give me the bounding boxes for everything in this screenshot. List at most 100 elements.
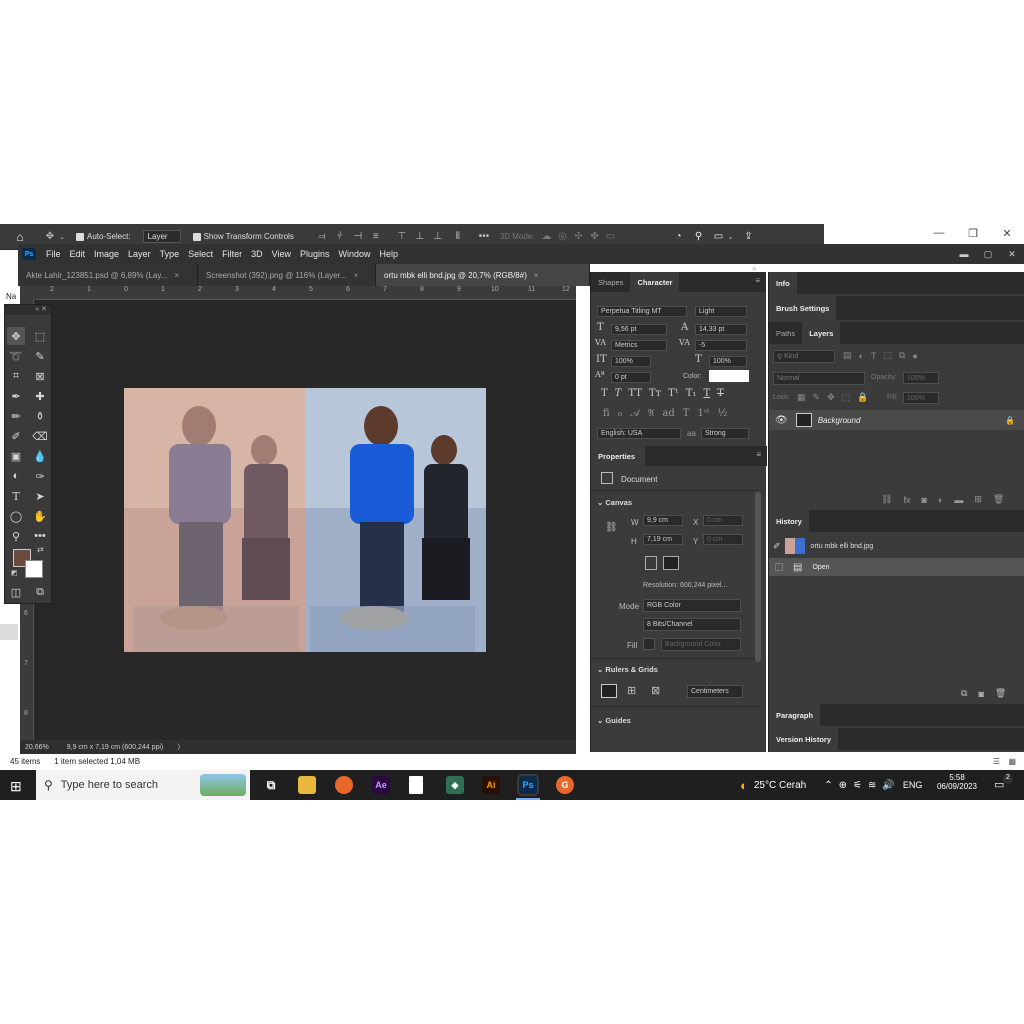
ps-minimize-button[interactable]: ▬: [952, 249, 976, 259]
tab-brush-settings[interactable]: Brush Settings: [769, 296, 837, 320]
lock-artboard-icon[interactable]: ⬚: [842, 392, 851, 403]
panel-menu-icon[interactable]: ≡: [755, 276, 760, 285]
tab-ortu-mbk-elli[interactable]: ortu mbk elli bnd.jpg @ 20,7% (RGB/8#) ×: [376, 264, 590, 286]
lock-image-icon[interactable]: ✎: [813, 392, 821, 403]
delete-layer-icon[interactable]: 🗑: [993, 494, 1004, 505]
ordinals-icon[interactable]: 1ˢᵗ: [697, 408, 709, 419]
new-group-icon[interactable]: ▬: [954, 495, 963, 505]
document-image[interactable]: [124, 388, 486, 652]
workspace-icon[interactable]: ▭: [713, 231, 725, 243]
lock-all-icon[interactable]: 🔒: [857, 392, 868, 403]
layer-style-icon[interactable]: fx: [903, 495, 910, 505]
menu-select[interactable]: Select: [188, 249, 213, 259]
link-dimensions-icon[interactable]: ⛓: [605, 522, 618, 533]
firefox-icon[interactable]: [335, 776, 353, 794]
tiles-view-icon[interactable]: ▦: [1008, 757, 1016, 766]
more-options-icon[interactable]: •••: [478, 231, 490, 243]
auto-select-dropdown[interactable]: Layer: [142, 230, 181, 243]
canvas-x-field[interactable]: 0 cm: [703, 515, 743, 526]
marquee-tool-icon[interactable]: ⬚: [31, 327, 49, 345]
menu-window[interactable]: Window: [339, 249, 371, 259]
explorer-close-button[interactable]: ✕: [990, 227, 1024, 240]
tab-version-history[interactable]: Version History: [769, 728, 839, 750]
guides-toggle-icon[interactable]: ⊠: [651, 684, 660, 697]
history-snapshot-row[interactable]: ✐ ortu mbk elli bnd.jpg: [769, 536, 1024, 556]
filter-toggle-icon[interactable]: ●: [912, 351, 917, 361]
lasso-tool-icon[interactable]: ➰: [7, 347, 25, 365]
healing-tool-icon[interactable]: ✚: [31, 387, 49, 405]
faux-italic-icon[interactable]: T: [615, 388, 622, 399]
input-language[interactable]: ENG: [903, 780, 923, 790]
document-canvas[interactable]: [34, 300, 576, 740]
filter-smart-object-icon[interactable]: ⧉: [899, 350, 905, 361]
adjustment-layer-icon[interactable]: ◐: [938, 495, 943, 505]
toolbox-header[interactable]: « ✕: [5, 305, 51, 315]
antialias-select[interactable]: Strong: [701, 428, 749, 439]
gradient-tool-icon[interactable]: ▣: [7, 447, 25, 465]
tray-chevron-icon[interactable]: ⌃: [824, 780, 832, 791]
new-snapshot-icon[interactable]: ◙: [978, 689, 983, 699]
learn-icon[interactable]: ◔: [673, 231, 685, 243]
properties-scrollbar[interactable]: [755, 492, 761, 662]
history-step-checkbox[interactable]: [775, 563, 783, 571]
strikethrough-icon[interactable]: T: [717, 388, 724, 399]
opacity-field[interactable]: 100%: [903, 372, 939, 384]
tab-shapes[interactable]: Shapes: [591, 272, 630, 292]
old-style-icon[interactable]: ℴ: [618, 408, 623, 419]
tracking-select[interactable]: -5: [695, 340, 747, 351]
filter-pixel-icon[interactable]: ▤: [843, 350, 852, 361]
text-color-swatch[interactable]: [709, 370, 749, 382]
font-style-select[interactable]: Light: [695, 306, 747, 317]
superscript-icon[interactable]: T¹: [668, 388, 679, 399]
canvas-height-field[interactable]: 7,19 cm: [643, 534, 683, 545]
history-brush-source-icon[interactable]: ✐: [773, 541, 781, 552]
layer-name[interactable]: Background: [818, 416, 861, 425]
stamp-tool-icon[interactable]: ⚱: [31, 407, 49, 425]
link-layers-icon[interactable]: ⛓: [881, 494, 892, 505]
taskbar-search-box[interactable]: ⚲ Type here to search: [36, 770, 250, 800]
auto-select-checkbox[interactable]: Auto-Select:: [76, 232, 131, 241]
quick-mask-icon[interactable]: ◫: [7, 583, 25, 601]
after-effects-icon[interactable]: Ae: [372, 776, 390, 794]
frame-tool-icon[interactable]: ⊠: [31, 367, 49, 385]
zoom-tool-icon[interactable]: ⚲: [7, 527, 25, 545]
default-colors-icon[interactable]: ◩: [11, 569, 18, 577]
search-icon[interactable]: ⚲: [693, 231, 705, 243]
menu-view[interactable]: View: [272, 249, 291, 259]
scale-3d-icon[interactable]: ▭: [605, 231, 617, 243]
zoom-level[interactable]: 20,66%: [25, 744, 49, 751]
tray-app-icon[interactable]: ⊕: [839, 780, 847, 791]
tab-close-icon[interactable]: ×: [534, 271, 539, 280]
photoshop-taskbar-icon[interactable]: Ps: [517, 774, 539, 796]
tab-properties[interactable]: Properties: [591, 446, 645, 466]
tool-preset-chevron-icon[interactable]: ⌄: [56, 231, 68, 243]
quick-select-tool-icon[interactable]: ✎: [31, 347, 49, 365]
underline-icon[interactable]: T: [703, 388, 710, 399]
new-document-from-state-icon[interactable]: ⧉: [961, 688, 967, 699]
align-left-icon[interactable]: ⫤: [316, 231, 328, 243]
font-size-field[interactable]: 9,56 pt: [611, 324, 667, 335]
roll-3d-icon[interactable]: ◎: [557, 231, 569, 243]
edit-toolbar-icon[interactable]: •••: [31, 527, 49, 545]
swash-icon[interactable]: 𝒜: [630, 408, 639, 419]
menu-3d[interactable]: 3D: [251, 249, 263, 259]
horizontal-scale-field[interactable]: 100%: [709, 356, 747, 367]
orbit-3d-icon[interactable]: ☁: [541, 231, 553, 243]
font-family-select[interactable]: Perpetua Titling MT: [597, 306, 687, 317]
align-right-icon[interactable]: ⊣: [352, 231, 364, 243]
portrait-orientation-icon[interactable]: [645, 556, 657, 570]
hand-tool-icon[interactable]: ✋: [31, 507, 49, 525]
ps-maximize-button[interactable]: ▢: [976, 249, 1000, 260]
weather-text[interactable]: 25°C Cerah: [754, 780, 806, 791]
layer-row-background[interactable]: 👁 Background 🔒: [769, 410, 1024, 430]
delete-state-icon[interactable]: 🗑: [995, 688, 1006, 699]
blend-mode-select[interactable]: Normal: [773, 372, 865, 385]
kerning-select[interactable]: Metrics: [611, 340, 667, 351]
tab-layers[interactable]: Layers: [802, 322, 841, 344]
menu-filter[interactable]: Filter: [222, 249, 242, 259]
tab-history[interactable]: History: [769, 510, 809, 532]
filter-adjustment-icon[interactable]: ◐: [859, 351, 864, 361]
align-bottom-icon[interactable]: ⊥: [432, 231, 444, 243]
leading-field[interactable]: 14,33 pt: [695, 324, 747, 335]
blur-tool-icon[interactable]: 💧: [31, 447, 49, 465]
